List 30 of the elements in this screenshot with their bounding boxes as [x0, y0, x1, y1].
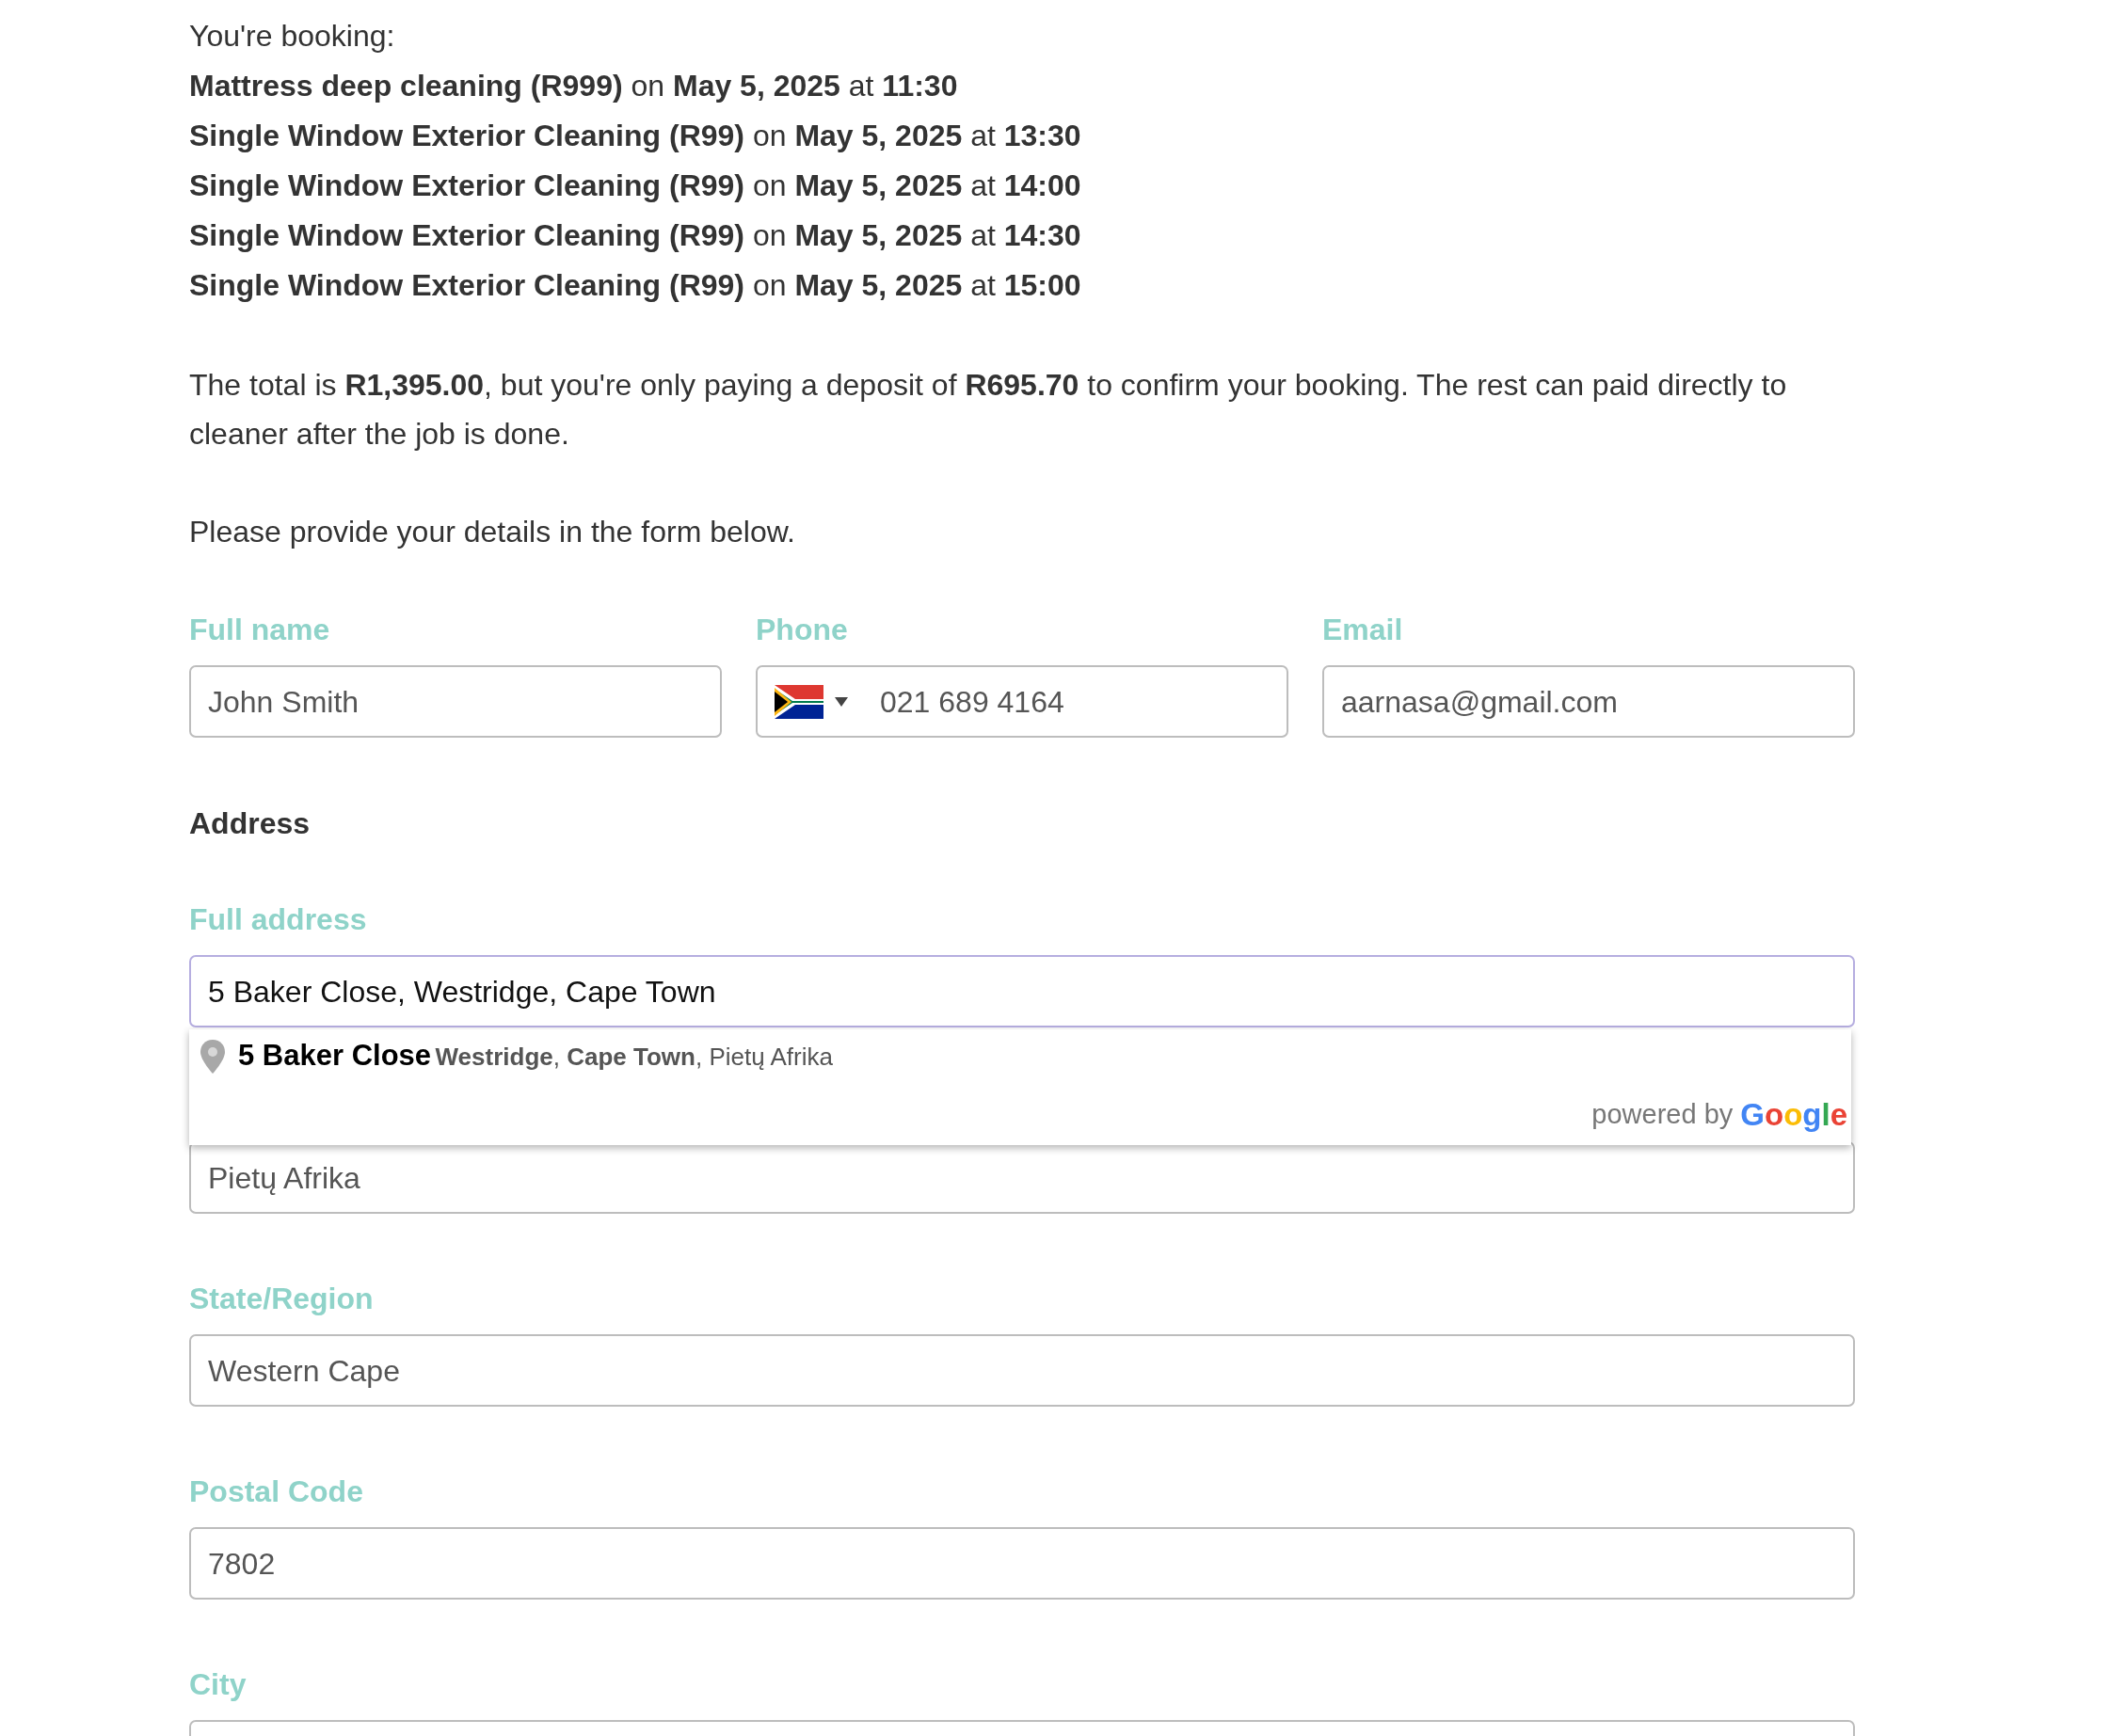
booking-line: Single Window Exterior Cleaning (R99) on May 5, 2025 at 15:00	[189, 267, 1082, 304]
input-field[interactable]: Western Cape	[189, 1334, 1855, 1407]
input-field[interactable]: John Smith	[189, 665, 722, 738]
field-label: State/Region	[189, 1281, 375, 1317]
field-label: Email	[1322, 612, 1404, 648]
booking-line: Single Window Exterior Cleaning (R99) on May 5, 2025 at 14:30	[189, 217, 1082, 254]
field-label: Phone	[756, 612, 849, 648]
suggestion-item[interactable]: 5 Baker CloseWestridge, Cape Town, Pietų Afrika	[189, 1029, 1851, 1084]
field-label: Full address	[189, 901, 368, 938]
section-heading: Address	[189, 805, 312, 842]
suggestion-text: 5 Baker CloseWestridge, Cape Town, Pietų Afrika	[238, 1038, 833, 1075]
input-field[interactable]: 5 Baker Close, Westridge, Cape Town	[189, 955, 1855, 1027]
field-label: Full name	[189, 612, 331, 648]
map-pin-icon	[200, 1039, 225, 1074]
caret-icon[interactable]	[835, 696, 848, 707]
input-field[interactable]: aarnasa@gmail.com	[1322, 665, 1855, 738]
field-label: City	[189, 1666, 248, 1703]
flag-icon	[775, 684, 823, 719]
instruction-text: Please provide your details in the form below.	[189, 514, 796, 550]
booking-line: Single Window Exterior Cleaning (R99) on May 5, 2025 at 14:00	[189, 167, 1082, 204]
input-field[interactable]: Pietų Afrika	[189, 1141, 1855, 1214]
field-label: Postal Code	[189, 1473, 364, 1510]
attribution-text: powered by	[1591, 1098, 1734, 1131]
booking-line: Mattress deep cleaning (R999) on May 5, 2025 at 11:30	[189, 68, 959, 104]
input-field[interactable]: 7802	[189, 1527, 1855, 1600]
google-logo: Google	[1740, 1096, 1847, 1134]
summary-text: The total is R1,395.00, but you're only paying a deposit of R695.70 to confirm your booking. The rest can paid directly to cleaner after the job is done.	[189, 367, 1788, 453]
booking-intro: You're booking:	[189, 18, 396, 55]
booking-line: Single Window Exterior Cleaning (R99) on May 5, 2025 at 13:30	[189, 118, 1082, 154]
input-field[interactable]: 021 689 4164	[756, 665, 1288, 738]
